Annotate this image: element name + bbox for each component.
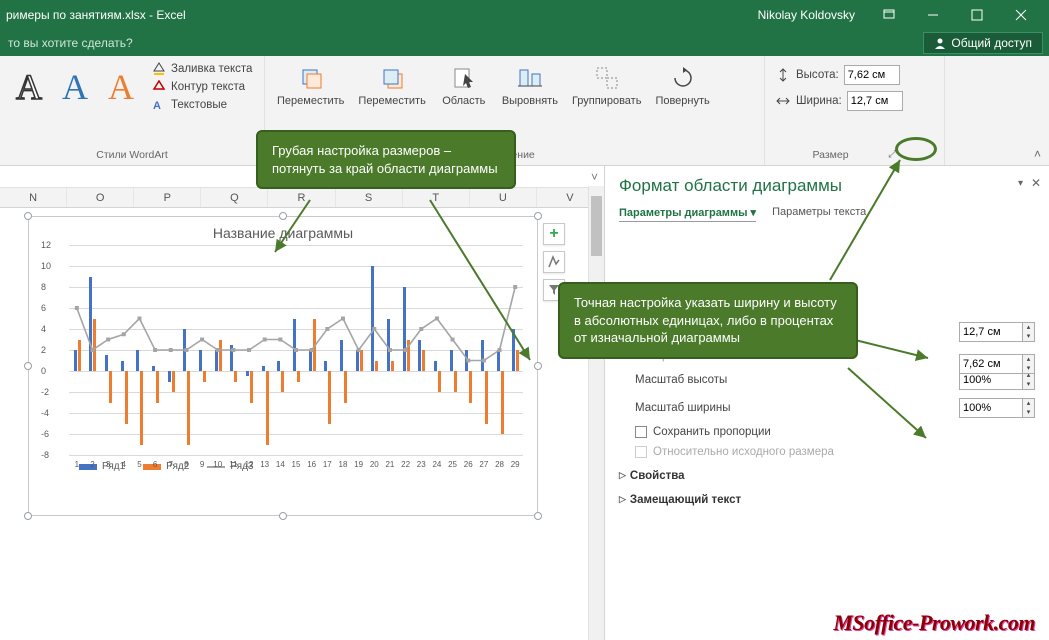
column-headers: NOPQRSTUV [0,188,604,208]
window-title: римеры по занятиям.xlsx - Excel [6,8,186,22]
column-header[interactable]: R [268,188,335,207]
user-name: Nikolay Koldovsky [758,8,855,22]
chart-plot-area[interactable]: -8-6-4-202468101212345678910111213141516… [69,245,523,455]
ribbon-options-icon[interactable] [867,0,911,30]
annotation-callout-2: Точная настройка указать ширину и высоту… [558,282,858,359]
worksheet[interactable]: ˅ NOPQRSTUV Название диаграммы -8-6-4-20… [0,166,604,640]
selection-pane-button[interactable]: Область [434,60,494,112]
resize-handle[interactable] [534,512,542,520]
expand-formula-icon[interactable]: ˅ [591,170,598,184]
resize-handle[interactable] [279,212,287,220]
relative-checkbox [635,446,647,458]
height-icon [775,67,791,83]
column-header[interactable]: U [470,188,537,207]
vertical-scrollbar[interactable] [588,186,604,640]
person-icon [934,37,946,49]
column-header[interactable]: N [0,188,67,207]
width-label: Ширина: [796,95,842,107]
column-header[interactable]: S [336,188,403,207]
align-button[interactable]: Выровнять [496,60,564,112]
height-input[interactable] [844,65,900,85]
pane-scale-w-label: Масштаб ширины [635,402,959,414]
width-icon [775,93,791,109]
pane-options-icon[interactable]: ▾ [1018,178,1023,189]
text-fill-button[interactable]: Заливка текста [152,60,252,78]
send-backward-button[interactable]: Переместить [352,60,431,112]
column-header[interactable]: P [134,188,201,207]
resize-handle[interactable] [24,512,32,520]
pane-section-alttext[interactable]: Замещающий текст [619,486,1035,510]
chart-title[interactable]: Название диаграммы [29,217,537,245]
size-group-label: Размер [812,149,848,161]
ribbon: A A A Заливка текста Контур текста AТекс… [0,56,1049,166]
pane-scale-h-label: Масштаб высоты [635,374,959,386]
svg-text:A: A [153,100,161,112]
height-label: Высота: [796,69,839,81]
minimize-button[interactable] [911,0,955,30]
rotate-button[interactable]: Повернуть [649,60,715,112]
wordart-style-3[interactable]: A [98,60,144,114]
width-row: Ширина: [775,88,934,114]
tab-text-options[interactable]: Параметры текста [772,204,866,222]
text-effects-button[interactable]: AТекстовые [152,96,252,114]
resize-handle[interactable] [24,362,32,370]
close-button[interactable] [999,0,1043,30]
tab-chart-options[interactable]: Параметры диаграммы ▾ [619,204,756,222]
chart-styles-button[interactable] [543,251,565,273]
lock-aspect-checkbox[interactable] [635,426,647,438]
bring-forward-button[interactable]: Переместить [271,60,350,112]
column-header[interactable]: T [403,188,470,207]
width-input[interactable] [847,91,903,111]
annotation-circle [895,137,937,161]
watermark: MSoffice-Prowork.com [833,610,1035,636]
group-button[interactable]: Группировать [566,60,648,112]
chart-object[interactable]: Название диаграммы -8-6-4-20246810121234… [28,216,538,516]
text-outline-button[interactable]: Контур текста [152,78,252,96]
pane-close-button[interactable]: ✕ [1031,176,1041,190]
pane-section-properties[interactable]: Свойства [619,462,1035,486]
share-label: Общий доступ [951,36,1032,50]
column-header[interactable]: O [67,188,134,207]
column-header[interactable]: Q [201,188,268,207]
tell-me-bar: то вы хотите сделать? Общий доступ [0,30,1049,56]
tell-me-text[interactable]: то вы хотите сделать? [8,36,133,50]
pane-title: Формат области диаграммы [619,176,1035,196]
height-row: Высота: [775,62,934,88]
maximize-button[interactable] [955,0,999,30]
pane-height-input[interactable] [959,354,1023,374]
pane-width-input[interactable] [959,322,1023,342]
format-pane: ▾ ✕ Формат области диаграммы Параметры д… [604,166,1049,640]
annotation-callout-1: Грубая настройка размеров – потянуть за … [256,130,516,189]
pane-scale-w-input[interactable] [959,398,1023,418]
resize-handle[interactable] [279,512,287,520]
resize-handle[interactable] [24,212,32,220]
chart-elements-button[interactable]: + [543,223,565,245]
content-area: ˅ NOPQRSTUV Название диаграммы -8-6-4-20… [0,166,1049,640]
wordart-style-1[interactable]: A [6,60,52,114]
resize-handle[interactable] [534,362,542,370]
resize-handle[interactable] [534,212,542,220]
title-bar: римеры по занятиям.xlsx - Excel Nikolay … [0,0,1049,30]
share-button[interactable]: Общий доступ [923,32,1043,54]
relative-label: Относительно исходного размера [653,446,834,458]
lock-aspect-label: Сохранить пропорции [653,426,771,438]
wordart-style-2[interactable]: A [52,60,98,114]
collapse-ribbon-icon[interactable]: ˄ [1034,147,1041,161]
wordart-group-label: Стили WordArt [0,147,264,165]
